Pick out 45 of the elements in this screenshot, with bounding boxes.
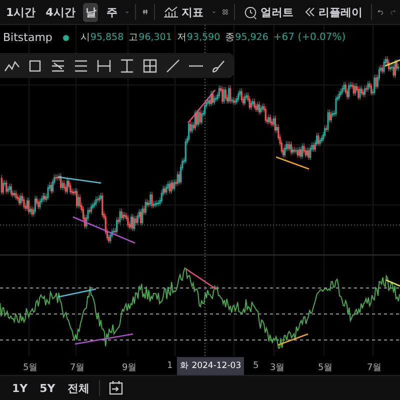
trend-line[interactable]: [58, 288, 96, 298]
fib-lines-icon[interactable]: [50, 58, 66, 74]
interval-tab[interactable]: 1시간: [4, 2, 38, 22]
trend-line[interactable]: [74, 333, 134, 345]
ohlc-value: 종95,926: [225, 31, 268, 44]
rectangle-icon[interactable]: [27, 58, 43, 74]
parallel-lines-icon[interactable]: [73, 58, 89, 74]
price-chart[interactable]: [0, 25, 400, 356]
range-button[interactable]: 전체: [65, 378, 92, 398]
interval-tab[interactable]: 날: [83, 2, 98, 22]
interval-tab[interactable]: 주: [104, 2, 120, 22]
trend-line[interactable]: [188, 90, 216, 124]
status-dot: [63, 34, 70, 40]
axis-label: 7월: [367, 362, 382, 374]
axis-label: 1: [167, 361, 173, 371]
interval-tab[interactable]: 4시간: [44, 2, 78, 22]
price-range-icon[interactable]: [119, 58, 135, 74]
date-range-icon[interactable]: [96, 58, 112, 74]
crosshair-date-label: 화 2024-12-03: [177, 357, 244, 375]
trend-line-icon[interactable]: [165, 58, 181, 74]
trend-line[interactable]: [58, 176, 102, 184]
exchange-name: Bitstamp: [3, 31, 52, 44]
calendar-icon[interactable]: [108, 380, 124, 396]
axis-label: 7월: [70, 362, 85, 374]
axis-label: 5월: [318, 362, 333, 374]
alert-button[interactable]: 얼러트: [240, 2, 296, 22]
chart-line-icon: [162, 5, 179, 19]
ohlc-value: 고96,301: [128, 31, 172, 44]
trend-line[interactable]: [276, 156, 310, 170]
trend-line[interactable]: [72, 216, 136, 244]
axis-label: 9월: [122, 362, 137, 374]
ohlc-value: 시 95,858: [80, 31, 124, 44]
replay-button[interactable]: 리플레이: [302, 2, 365, 22]
indicators-button[interactable]: 지표: [160, 2, 206, 22]
axis-label: 5: [253, 361, 259, 371]
grid-box-icon[interactable]: [142, 58, 158, 74]
ohlc-value: 저 93,590: [176, 31, 220, 44]
price-change: +67 (+0.07%): [273, 32, 346, 43]
trend-line[interactable]: [278, 333, 308, 346]
range-button[interactable]: 5Y: [38, 380, 58, 396]
range-button[interactable]: 1Y: [10, 380, 30, 396]
trend-line[interactable]: [186, 268, 216, 290]
axis-label: 5월: [23, 362, 38, 374]
axis-label: 3월: [270, 362, 285, 374]
rewind-icon: [304, 7, 316, 17]
